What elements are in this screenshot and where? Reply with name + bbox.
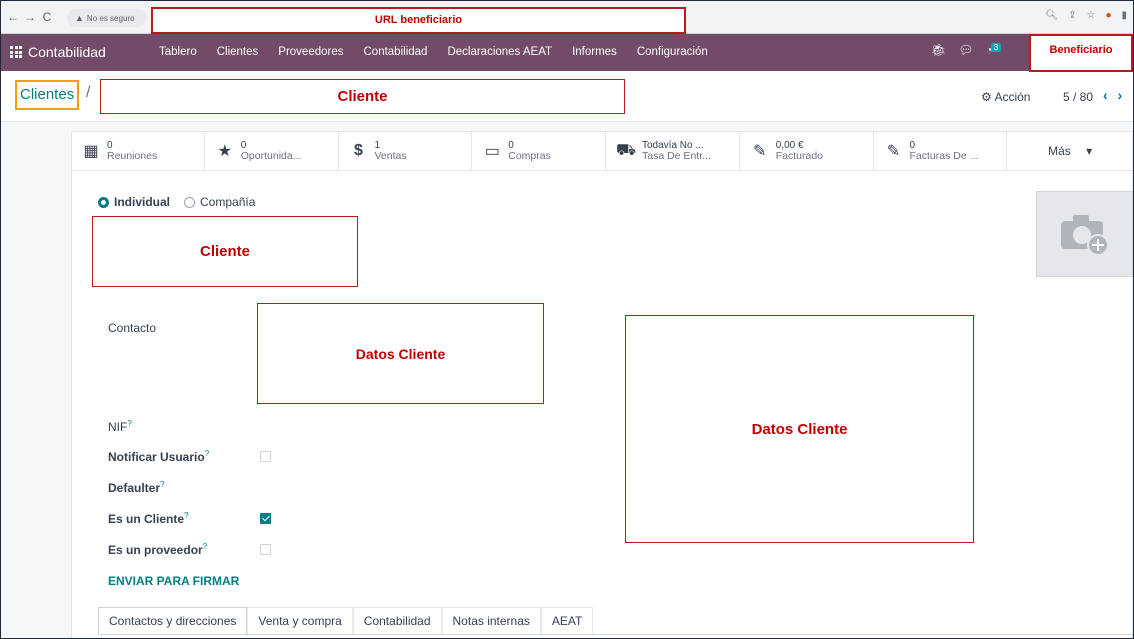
credit-card-icon: ▭ [484,143,500,160]
smart-button-facturado[interactable]: ✎ 0,00 € Facturado [740,131,874,171]
pager-controls: ‹ › [1103,87,1122,103]
tab-notas-internas[interactable]: Notas internas [441,607,541,635]
field-label-es-proveedor: Es un proveedor? [108,542,208,557]
systray: 🐞︎ 💬︎ ◔3 [931,43,1002,57]
browser-toolbar: ← → C ▲ No es seguro URL beneficiario 🔍︎ … [1,1,1133,34]
checkbox-es-proveedor[interactable] [260,544,271,555]
gear-icon: ⚙ [981,90,992,104]
caret-down-icon: ▾ [1086,144,1093,158]
tab-venta-compra[interactable]: Venta y compra [247,607,353,635]
field-label-nif: NIF? [108,419,132,434]
tabs-divider [98,634,1133,635]
edit-icon: ✎ [753,143,767,160]
reload-icon[interactable]: C [40,10,54,24]
record-name-redaction: Cliente [100,79,625,114]
field-label-defaulter: Defaulter? [108,480,165,495]
browser-actions: 🔍︎ ⇪ ☆ ● ▮ [1045,10,1127,21]
smart-button-facturas[interactable]: ✎ 0 Facturas De ... [874,131,1008,171]
apps-menu-icon[interactable] [10,46,22,58]
smart-button-oportunidades[interactable]: ★ 0 Oportunida... [205,131,339,171]
smart-button-tasa-entrega[interactable]: ⛟ Todavía No ... Tasa De Entr... [606,131,740,171]
menu-informes[interactable]: Informes [572,46,617,58]
field-label-es-cliente: Es un Cliente? [108,511,189,526]
truck-icon: ⛟ [616,142,637,159]
url-redaction-box: URL beneficiario [151,7,686,34]
company-type-selector: Individual Compañía [98,195,255,209]
chat-icon[interactable]: 💬︎ [958,43,973,57]
menu-proveedores[interactable]: Proveedores [278,46,343,58]
radio-indicator [98,196,109,208]
warning-icon: ▲ [75,13,84,23]
user-redaction-box: Beneficiario [1029,34,1133,72]
edit-icon: ✎ [886,143,901,160]
checkbox-es-cliente[interactable] [260,513,271,524]
dollar-icon: $ [354,142,363,159]
tab-contactos-direcciones[interactable]: Contactos y direcciones [98,607,248,635]
smart-button-compras[interactable]: ▭ 0 Compras [472,131,606,171]
extension-icon-2[interactable]: ▮ [1121,10,1127,21]
extension-icon[interactable]: ● [1105,10,1111,21]
smart-button-ventas[interactable]: $ 1 Ventas [339,131,473,171]
chevron-right-icon[interactable]: › [1118,87,1123,103]
right-panel-redaction-box: Datos Cliente [625,315,974,543]
activity-badge: 3 [990,43,1002,52]
menu-declaraciones-aeat[interactable]: Declaraciones AEAT [447,46,552,58]
smart-button-reuniones[interactable]: ▦ 0 Reuniones [71,131,205,171]
bug-icon[interactable]: 🐞︎ [931,43,946,57]
camera-plus-icon [1060,215,1109,256]
field-label-notificar-usuario: Notificar Usuario? [108,449,210,464]
calendar-icon: ▦ [83,143,99,160]
action-menu-button[interactable]: ⚙ Acción [981,90,1030,104]
breadcrumb-clientes[interactable]: Clientes [15,80,80,110]
share-icon[interactable]: ⇪ [1068,10,1076,21]
app-frame: ← → C ▲ No es seguro URL beneficiario 🔍︎ … [0,0,1134,639]
send-to-sign-button[interactable]: ENVIAR PARA FIRMAR [108,574,239,588]
star-icon: ★ [217,143,232,160]
action-label: Acción [994,90,1031,104]
menu-clientes[interactable]: Clientes [217,46,259,58]
main-navbar: Contabilidad Tablero Clientes Proveedore… [1,34,1133,71]
menu-contabilidad[interactable]: Contabilidad [364,46,428,58]
top-menu: Tablero Clientes Proveedores Contabilida… [159,46,708,58]
activity-clock-icon[interactable]: ◔3 [985,43,1002,57]
zoom-icon[interactable]: 🔍︎ [1045,10,1058,21]
bookmark-star-icon[interactable]: ☆ [1086,10,1095,21]
menu-tablero[interactable]: Tablero [159,46,197,58]
tab-contabilidad[interactable]: Contabilidad [352,607,442,635]
notebook-tabs: Contactos y direcciones Venta y compra C… [98,607,594,635]
tab-aeat[interactable]: AEAT [540,607,594,635]
checkbox-notificar-usuario[interactable] [260,451,271,462]
radio-indicator [184,196,196,208]
security-indicator[interactable]: ▲ No es seguro [67,9,147,27]
smart-buttons: ▦ 0 Reuniones ★ 0 Oportunida... $ 1 Ventas … [71,131,1133,171]
radio-individual[interactable]: Individual [98,195,170,209]
name-redaction-box: Cliente [92,216,358,287]
app-title[interactable]: Contabilidad [28,44,106,60]
contact-label: Contacto [108,321,157,335]
radio-compania[interactable]: Compañía [184,195,255,209]
avatar-upload[interactable] [1036,191,1133,277]
breadcrumb-separator: / [86,84,91,101]
menu-configuracion[interactable]: Configuración [637,46,708,58]
back-arrow-icon[interactable]: ← [6,10,20,24]
contact-redaction-box: Datos Cliente [257,303,544,404]
more-button[interactable]: Más ▾ [1007,131,1133,171]
chevron-left-icon[interactable]: ‹ [1103,87,1108,103]
forward-arrow-icon[interactable]: → [23,10,37,24]
pager-value[interactable]: 5 / 80 [1063,90,1093,104]
